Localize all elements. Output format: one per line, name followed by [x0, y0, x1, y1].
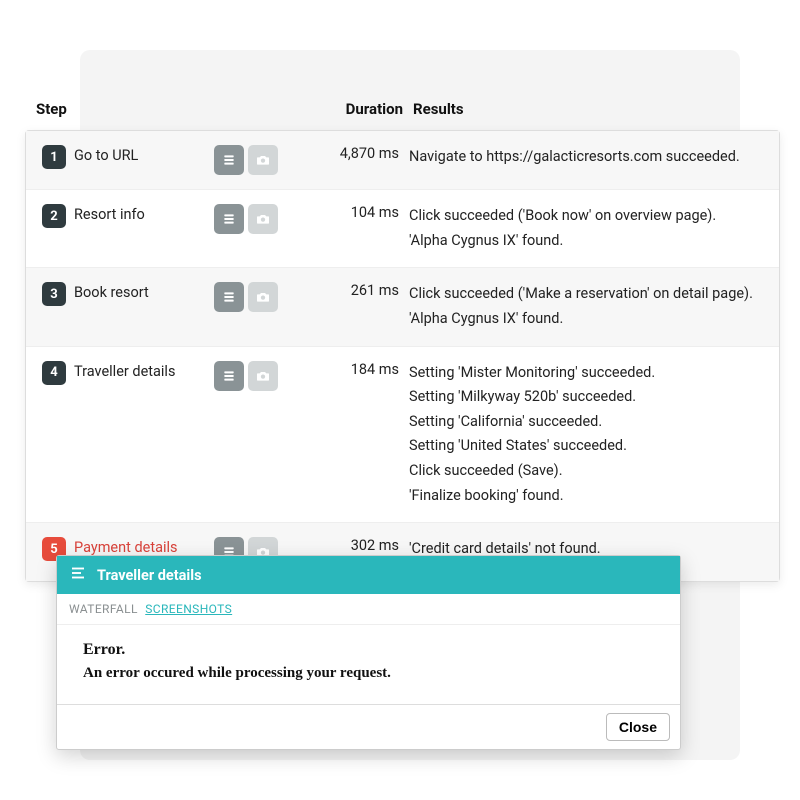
step-duration: 302 ms	[314, 537, 409, 554]
camera-icon[interactable]	[248, 361, 278, 391]
table-row[interactable]: 4 Traveller details 184 msSetting 'Mister …	[26, 347, 779, 524]
log-icon[interactable]	[214, 282, 244, 312]
step-number-badge: 3	[42, 282, 66, 306]
step-results: Navigate to https://galacticresorts.com …	[409, 145, 779, 170]
lines-icon	[69, 564, 87, 586]
header-results: Results	[413, 100, 780, 118]
tab-screenshots[interactable]: SCREENSHOTS	[145, 602, 232, 616]
dialog-header: Traveller details	[57, 556, 680, 594]
step-name: Go to URL	[74, 145, 214, 164]
table-row[interactable]: 1 Go to URL 4,870 msNavigate to https://ga…	[26, 131, 779, 190]
camera-icon[interactable]	[248, 145, 278, 175]
step-number-badge: 1	[42, 145, 66, 169]
step-duration: 4,870 ms	[314, 145, 409, 162]
step-number-badge: 4	[42, 361, 66, 385]
result-line: Setting 'Milkyway 520b' succeeded.	[409, 385, 765, 410]
result-line: Setting 'California' succeeded.	[409, 410, 765, 435]
close-button[interactable]: Close	[606, 713, 670, 741]
step-detail-dialog: Traveller details WATERFALL SCREENSHOTS …	[56, 555, 681, 750]
result-line: Navigate to https://galacticresorts.com …	[409, 145, 765, 170]
steps-table: 1 Go to URL 4,870 msNavigate to https://ga…	[25, 130, 780, 582]
step-number-badge: 2	[42, 204, 66, 228]
step-name: Book resort	[74, 282, 214, 301]
step-duration: 104 ms	[314, 204, 409, 221]
step-name: Payment details	[74, 537, 214, 556]
header-duration: Duration	[318, 100, 413, 118]
result-line: 'Finalize booking' found.	[409, 484, 765, 509]
dialog-title: Traveller details	[97, 567, 202, 584]
result-line: 'Alpha Cygnus IX' found.	[409, 229, 765, 254]
step-name: Traveller details	[74, 361, 214, 380]
step-results: Click succeeded ('Book now' on overview …	[409, 204, 779, 253]
step-results: Setting 'Mister Monitoring' succeeded.Se…	[409, 361, 779, 509]
table-row[interactable]: 2 Resort info 104 msClick succeeded ('Book…	[26, 190, 779, 268]
step-duration: 261 ms	[314, 282, 409, 299]
tab-waterfall[interactable]: WATERFALL	[69, 602, 138, 616]
result-line: Click succeeded ('Make a reservation' on…	[409, 282, 765, 307]
result-line: Setting 'Mister Monitoring' succeeded.	[409, 361, 765, 386]
result-line: Click succeeded (Save).	[409, 459, 765, 484]
step-duration: 184 ms	[314, 361, 409, 378]
dialog-tabs: WATERFALL SCREENSHOTS	[57, 594, 680, 625]
step-name: Resort info	[74, 204, 214, 223]
error-heading: Error.	[83, 641, 654, 659]
result-line: 'Alpha Cygnus IX' found.	[409, 307, 765, 332]
table-row[interactable]: 3 Book resort 261 msClick succeeded ('Make…	[26, 268, 779, 346]
log-icon[interactable]	[214, 145, 244, 175]
camera-icon[interactable]	[248, 204, 278, 234]
camera-icon[interactable]	[248, 282, 278, 312]
dialog-footer: Close	[57, 704, 680, 749]
log-icon[interactable]	[214, 361, 244, 391]
dialog-body: Error. An error occured while processing…	[57, 625, 680, 704]
result-line: Click succeeded ('Book now' on overview …	[409, 204, 765, 229]
step-results: Click succeeded ('Make a reservation' on…	[409, 282, 779, 331]
error-body: An error occured while processing your r…	[83, 665, 654, 682]
result-line: Setting 'United States' succeeded.	[409, 434, 765, 459]
table-headers: Step Duration Results	[30, 100, 780, 130]
log-icon[interactable]	[214, 204, 244, 234]
header-step: Step	[30, 100, 78, 118]
